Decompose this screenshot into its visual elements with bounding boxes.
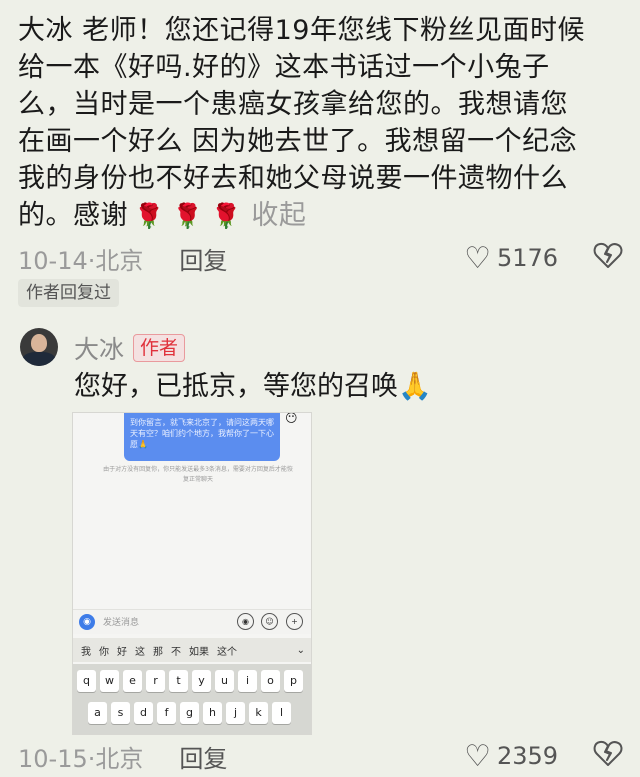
- suggestion: 你: [99, 646, 109, 658]
- key: s: [111, 702, 130, 724]
- suggestion: 那: [153, 646, 163, 658]
- system-note: 由于对方没有回复你，你只能发送最多3条消息，需要对方回复后才能恢复正常聊天: [103, 466, 293, 483]
- comment-line: 在画一个好么 因为她去世了。我想留一个纪念: [18, 126, 578, 157]
- avatar-face: [31, 334, 47, 352]
- message-input-bar: ◉ 发送消息 ◉ ☺ +: [73, 609, 311, 634]
- key: d: [134, 702, 153, 724]
- key: h: [203, 702, 222, 724]
- plus-icon: +: [286, 613, 303, 630]
- comment-date-location: 10-14·北京: [18, 246, 144, 275]
- chat-bubble: 到你留言，就飞来北京了，请问这两天哪天有空？咱们约个地方，我帮你了一下心愿🙏: [124, 413, 280, 461]
- emoji-icon: 😶: [285, 412, 298, 425]
- key: j: [226, 702, 245, 724]
- key: w: [100, 670, 119, 692]
- rose-emoji: 🌹 🌹 🌹: [134, 202, 242, 230]
- comment-line: 大冰 老师！您还记得19年您线下粉丝见面时候: [18, 15, 585, 46]
- suggestion: 我: [81, 646, 91, 658]
- key-row-1: q w e r t y u i o p: [77, 670, 307, 692]
- suggestion: 这: [135, 646, 145, 658]
- broken-heart-icon[interactable]: [593, 739, 623, 774]
- suggestion: 这个: [217, 646, 237, 658]
- key: i: [238, 670, 257, 692]
- key: l: [272, 702, 291, 724]
- collapse-button[interactable]: 收起: [251, 200, 306, 231]
- reply-date-location: 10-15·北京: [18, 744, 144, 773]
- suggestion: 好: [117, 646, 127, 658]
- reply-meta: 10-15·北京 回复 ♡ 2359: [18, 738, 623, 774]
- key: g: [180, 702, 199, 724]
- suggestion: 不: [171, 646, 181, 658]
- key: y: [192, 670, 211, 692]
- heart-outline-icon[interactable]: ♡: [464, 739, 491, 774]
- key: u: [215, 670, 234, 692]
- keyboard-suggestions: 我 你 好 这 那 不 如果 这个 ⌄: [73, 638, 311, 662]
- key-row-2: a s d f g h j k l: [88, 702, 295, 724]
- key: f: [157, 702, 176, 724]
- suggestion: 如果: [189, 646, 209, 658]
- avatar-body: [22, 352, 56, 366]
- key: e: [123, 670, 142, 692]
- comment-last-text: 的。感谢: [18, 200, 128, 231]
- key: t: [169, 670, 188, 692]
- comment-line-last: 的。感谢 🌹 🌹 🌹 收起: [18, 197, 630, 235]
- reply-author-name[interactable]: 大冰: [74, 330, 124, 366]
- voice-icon: ◉: [237, 613, 254, 630]
- author-replied-tag[interactable]: 作者回复过: [18, 279, 119, 307]
- key: k: [249, 702, 268, 724]
- comment-body: 大冰 老师！您还记得19年您线下粉丝见面时候 给一本《好吗.好的》这本书话过一个…: [18, 12, 630, 235]
- reply-text: 您好，已抵京，等您的召唤: [74, 371, 398, 402]
- key: o: [261, 670, 280, 692]
- reply-body: 您好，已抵京，等您的召唤🙏: [74, 368, 432, 405]
- chevron-down-icon: ⌄: [296, 644, 305, 656]
- heart-outline-icon[interactable]: ♡: [464, 241, 491, 276]
- key: q: [77, 670, 96, 692]
- chat-icon: ◉: [79, 614, 95, 630]
- message-input: 发送消息: [103, 618, 140, 628]
- key: a: [88, 702, 107, 724]
- author-badge: 作者: [133, 334, 186, 362]
- comment-line: 我的身份也不好去和她父母说要一件遗物什么: [18, 163, 568, 194]
- pray-emoji: 🙏: [398, 371, 432, 402]
- comment-meta: 10-14·北京 回复 ♡ 5176: [18, 240, 623, 276]
- chat-screenshot-image[interactable]: 到你留言，就飞来北京了，请问这两天哪天有空？咱们约个地方，我帮你了一下心愿🙏 😶…: [72, 412, 312, 735]
- reply-like-count: 2359: [497, 742, 559, 770]
- comment-line: 么，当时是一个患癌女孩拿给您的。我想请您: [18, 89, 568, 120]
- key: p: [284, 670, 303, 692]
- avatar[interactable]: [20, 328, 58, 366]
- keyboard: q w e r t y u i o p a s d f g h j k l: [73, 664, 311, 734]
- reply-reply-button[interactable]: 回复: [179, 739, 227, 774]
- comment-like-count: 5176: [497, 244, 559, 272]
- key: r: [146, 670, 165, 692]
- broken-heart-icon[interactable]: [593, 241, 623, 276]
- comment-line: 给一本《好吗.好的》这本书话过一个小兔子: [18, 52, 550, 83]
- emoji-face-icon: ☺: [261, 613, 278, 630]
- comment-reply-button[interactable]: 回复: [179, 241, 227, 276]
